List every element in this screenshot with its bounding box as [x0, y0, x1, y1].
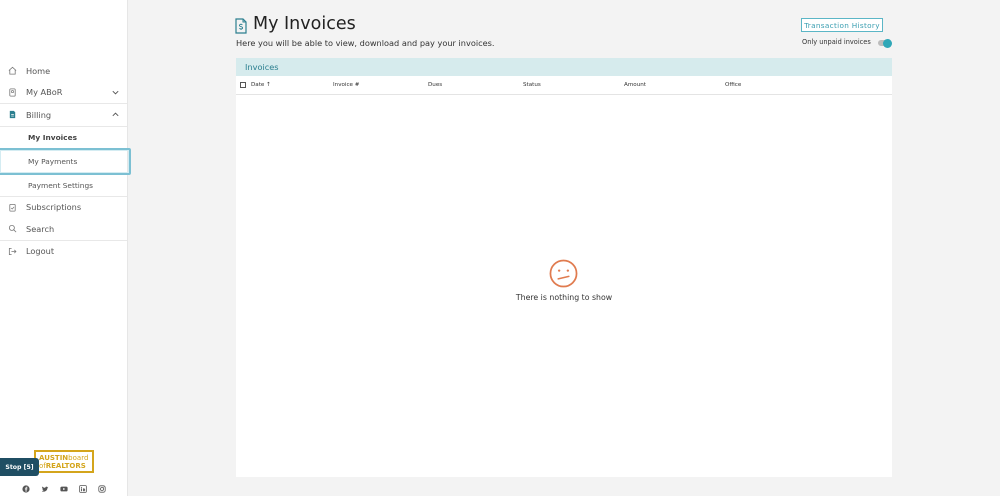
sidebar-subitem-my-payments[interactable]: My Payments — [0, 147, 131, 175]
unpaid-toggle-label: Only unpaid invoices — [802, 38, 871, 46]
sidebar-nav: Home My ABoR Billing My Invoices My Paym… — [0, 60, 131, 263]
chevron-down-icon — [111, 88, 120, 97]
page-title: My Invoices — [253, 14, 356, 34]
sidebar-item-home[interactable]: Home — [0, 60, 127, 82]
linkedin-icon[interactable] — [79, 478, 87, 493]
column-dues[interactable]: Dues — [428, 82, 442, 88]
invoice-dollar-icon — [235, 18, 247, 34]
youtube-icon[interactable] — [60, 478, 68, 492]
panel-header: Invoices — [236, 58, 892, 76]
column-office[interactable]: Office — [725, 82, 741, 88]
document-icon — [8, 110, 17, 119]
twitter-icon[interactable] — [41, 478, 49, 492]
column-amount[interactable]: Amount — [624, 82, 646, 88]
column-invoice-number[interactable]: Invoice # — [333, 82, 359, 88]
sidebar-item-search[interactable]: Search — [0, 218, 127, 240]
sidebar-item-subscriptions[interactable]: Subscriptions — [0, 197, 127, 219]
sidebar-item-label: Logout — [26, 246, 55, 257]
sidebar-item-label: Home — [26, 65, 51, 76]
empty-state-message: There is nothing to show — [515, 293, 613, 302]
sidebar-item-label: Billing — [26, 109, 52, 120]
facebook-icon[interactable] — [22, 478, 30, 493]
sidebar-item-label: Search — [26, 223, 55, 234]
home-icon — [8, 66, 17, 75]
sidebar-item-logout[interactable]: Logout — [0, 241, 127, 263]
sidebar-subitem-payment-settings[interactable]: Payment Settings — [0, 175, 127, 196]
logout-icon — [8, 247, 17, 256]
sidebar: Home My ABoR Billing My Invoices My Paym… — [0, 0, 131, 496]
badge-icon — [8, 88, 17, 97]
sidebar-item-label: My ABoR — [26, 87, 63, 98]
sidebar-item-billing[interactable]: Billing — [0, 104, 127, 126]
transaction-history-button[interactable]: Transaction History — [801, 18, 883, 32]
invoices-panel: Invoices Date ↑ Invoice # Dues Status Am… — [236, 58, 892, 477]
search-icon — [8, 224, 17, 233]
column-status[interactable]: Status — [523, 82, 541, 88]
social-links — [22, 478, 106, 493]
stop-button[interactable]: Stop [5] — [0, 458, 39, 476]
sad-face-icon — [549, 259, 578, 288]
clipboard-icon — [8, 203, 17, 212]
sidebar-item-my-abor[interactable]: My ABoR — [0, 82, 127, 104]
unpaid-invoices-toggle[interactable] — [878, 38, 892, 48]
chevron-up-icon — [111, 110, 120, 119]
page-subtitle: Here you will be able to view, download … — [236, 38, 495, 48]
austin-board-of-realtors-logo[interactable]: AUSTINboard ofREALTORS — [34, 450, 94, 473]
select-all-checkbox[interactable] — [240, 82, 246, 88]
column-date[interactable]: Date ↑ — [251, 82, 271, 88]
table-header: Date ↑ Invoice # Dues Status Amount Offi… — [236, 76, 892, 95]
sidebar-subitem-my-invoices[interactable]: My Invoices — [0, 127, 127, 148]
instagram-icon[interactable] — [98, 478, 106, 493]
sidebar-item-label: Subscriptions — [26, 202, 82, 213]
